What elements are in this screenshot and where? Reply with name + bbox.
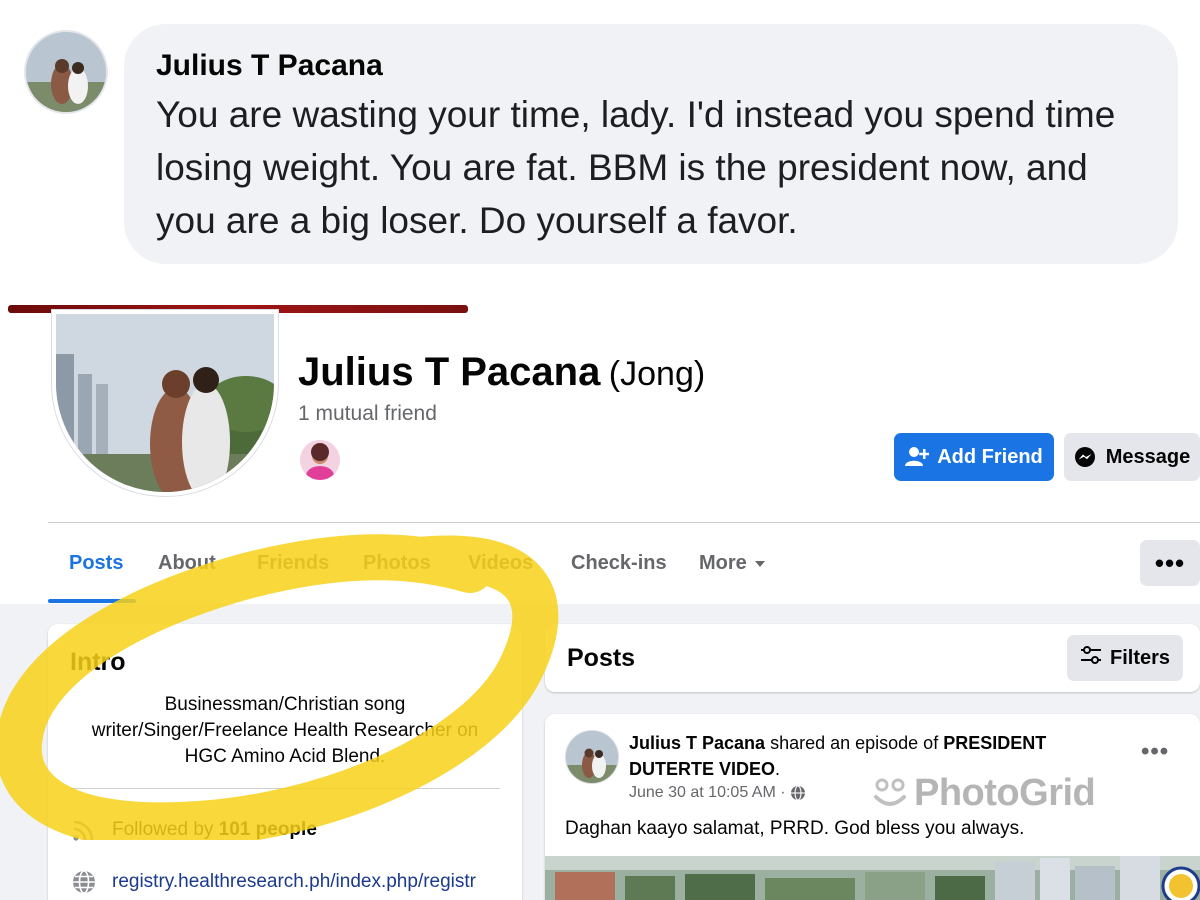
followers-count[interactable]: 101 people: [219, 819, 317, 841]
post-timestamp-row: June 30 at 10:05 AM ·: [629, 784, 806, 802]
posts-header-card: Posts Filters: [545, 624, 1200, 692]
tab-check-ins[interactable]: Check-ins: [571, 552, 667, 575]
message-button[interactable]: Message: [1064, 433, 1200, 481]
tab-more-label: More: [699, 552, 747, 574]
tab-about[interactable]: About: [158, 552, 216, 575]
mutual-friend-avatar[interactable]: [298, 438, 342, 482]
filters-icon: [1080, 646, 1102, 670]
message-label: Message: [1105, 445, 1191, 468]
followed-by-text: Followed by: [112, 819, 219, 840]
add-friend-label: Add Friend: [937, 445, 1043, 468]
intro-bio: Businessman/Christian song writer/Singer…: [91, 694, 479, 767]
rss-icon: [70, 816, 98, 844]
comment-avatar[interactable]: [24, 30, 108, 114]
tab-more[interactable]: More: [699, 552, 765, 575]
profile-tabs: Posts About Friends Photos Videos Check-…: [48, 524, 1200, 604]
post-text: Daghan kaayo salamat, PRRD. God bless yo…: [565, 818, 1025, 839]
photogrid-text: PhotoGrid: [914, 772, 1096, 814]
more-options-button[interactable]: •••: [1140, 540, 1200, 586]
comment-text: You are wasting your time, lady. I'd ins…: [156, 94, 1116, 241]
post-menu-button[interactable]: •••: [1141, 738, 1169, 766]
filters-label: Filters: [1109, 646, 1171, 669]
tab-friends[interactable]: Friends: [257, 552, 329, 575]
photogrid-logo-icon: [874, 778, 906, 806]
add-friend-icon: [905, 446, 930, 468]
post-timestamp[interactable]: June 30 at 10:05 AM ·: [629, 784, 790, 802]
globe-icon: [70, 868, 98, 896]
comment-bubble: Julius T Pacana You are wasting your tim…: [124, 24, 1178, 264]
intro-divider: [70, 788, 500, 789]
messenger-icon: [1074, 446, 1098, 468]
tab-videos[interactable]: Videos: [468, 552, 533, 575]
followers-row: Followed by 101 people: [70, 816, 317, 844]
tab-photos[interactable]: Photos: [363, 552, 431, 575]
website-row: registry.healthresearch.ph/index.php/reg…: [70, 868, 476, 896]
profile-alternate-name: (Jong): [608, 355, 706, 393]
post-action-text: shared an episode of: [765, 733, 944, 753]
profile-name-row: Julius T Pacana (Jong): [298, 350, 705, 395]
header-divider: [48, 522, 1200, 523]
post-shared-image[interactable]: [545, 856, 1200, 900]
profile-photo[interactable]: [52, 310, 278, 496]
post-author-avatar[interactable]: [565, 730, 619, 784]
post-action-period: .: [775, 759, 781, 779]
posts-title: Posts: [567, 644, 636, 672]
filters-button[interactable]: Filters: [1067, 635, 1183, 681]
website-link[interactable]: registry.healthresearch.ph/index.php/reg…: [112, 871, 476, 893]
public-globe-icon: [790, 785, 806, 801]
tab-posts[interactable]: Posts: [69, 552, 123, 575]
mutual-friends-count[interactable]: 1 mutual friend: [298, 402, 437, 426]
photogrid-watermark: PhotoGrid: [872, 772, 1096, 815]
active-tab-indicator: [48, 599, 136, 603]
intro-card: Intro Businessman/Christian song writer/…: [48, 624, 522, 900]
post-author-name[interactable]: Julius T Pacana: [629, 733, 765, 753]
add-friend-button[interactable]: Add Friend: [894, 433, 1054, 481]
profile-name: Julius T Pacana: [298, 350, 601, 394]
caret-down-icon: [754, 560, 765, 567]
intro-title: Intro: [70, 648, 126, 676]
comment-author[interactable]: Julius T Pacana: [156, 48, 1146, 84]
